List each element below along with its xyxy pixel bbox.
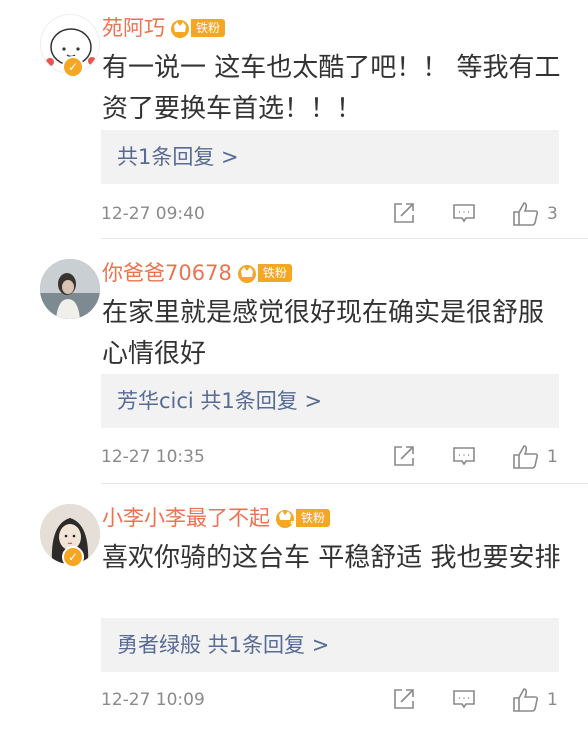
crown-icon bbox=[169, 17, 195, 39]
share-icon[interactable] bbox=[392, 201, 416, 227]
divider bbox=[101, 483, 588, 484]
reply-summary-box[interactable]: 共1条回复 > bbox=[101, 130, 559, 184]
share-icon[interactable] bbox=[392, 444, 416, 470]
like-icon[interactable] bbox=[512, 687, 540, 713]
comment-text: 在家里就是感觉很好现在确实是很舒服心情很好 bbox=[102, 298, 545, 369]
like-count: 1 bbox=[547, 690, 558, 710]
comment-icon[interactable] bbox=[452, 201, 476, 227]
comment-icon[interactable] bbox=[452, 687, 476, 713]
timestamp: 12-27 10:09 bbox=[101, 690, 205, 710]
comment-icon[interactable] bbox=[452, 444, 476, 470]
reply-summary-link[interactable]: 芳华cici 共1条回复 > bbox=[117, 374, 322, 428]
comment-meta: 12-27 10:35 1 bbox=[0, 442, 588, 472]
fan-badge-label: 铁粉 bbox=[257, 264, 292, 282]
username[interactable]: 小李小李最了不起 bbox=[102, 504, 270, 532]
avatar-photo-icon bbox=[40, 259, 100, 319]
username[interactable]: 苑阿巧 bbox=[102, 14, 165, 42]
like-icon[interactable] bbox=[512, 444, 540, 470]
fan-badge[interactable]: 铁粉 bbox=[169, 17, 226, 39]
comment-meta: 12-27 09:40 3 bbox=[0, 199, 588, 229]
like-icon[interactable] bbox=[512, 201, 540, 227]
divider bbox=[101, 238, 588, 239]
comment-text: 喜欢你骑的这台车 平稳舒适 我也要安排 bbox=[102, 543, 561, 573]
avatar[interactable]: ✓ bbox=[20, 504, 100, 568]
comment-meta: 12-27 10:09 1 bbox=[0, 685, 588, 715]
fan-badge[interactable]: 5 铁粉 bbox=[274, 507, 331, 529]
share-icon[interactable] bbox=[392, 687, 416, 713]
avatar[interactable] bbox=[20, 259, 100, 321]
verified-badge-icon: ✓ bbox=[62, 56, 84, 78]
fan-level: 5 bbox=[290, 520, 296, 529]
crown-icon: 5 bbox=[274, 507, 300, 529]
reply-summary-box[interactable]: 勇者绿般 共1条回复 > bbox=[101, 618, 559, 672]
fan-badge-label: 铁粉 bbox=[296, 509, 331, 527]
reply-summary-link[interactable]: 勇者绿般 共1条回复 > bbox=[117, 618, 329, 672]
like-count: 3 bbox=[547, 204, 558, 224]
reply-summary-link[interactable]: 共1条回复 > bbox=[117, 130, 239, 184]
username[interactable]: 你爸爸70678 bbox=[102, 259, 232, 287]
timestamp: 12-27 09:40 bbox=[101, 204, 205, 224]
crown-icon bbox=[236, 262, 262, 284]
comment-text: 有一说一 这车也太酷了吧！！ 等我有工资了要换车首选！！！ bbox=[102, 53, 561, 124]
fan-badge[interactable]: 铁粉 bbox=[236, 262, 292, 284]
verified-badge-icon: ✓ bbox=[62, 546, 84, 568]
reply-summary-box[interactable]: 芳华cici 共1条回复 > bbox=[101, 374, 559, 428]
avatar[interactable]: ✓ bbox=[20, 14, 100, 78]
fan-badge-label: 铁粉 bbox=[191, 19, 226, 37]
like-count: 1 bbox=[547, 447, 558, 467]
timestamp: 12-27 10:35 bbox=[101, 447, 205, 467]
